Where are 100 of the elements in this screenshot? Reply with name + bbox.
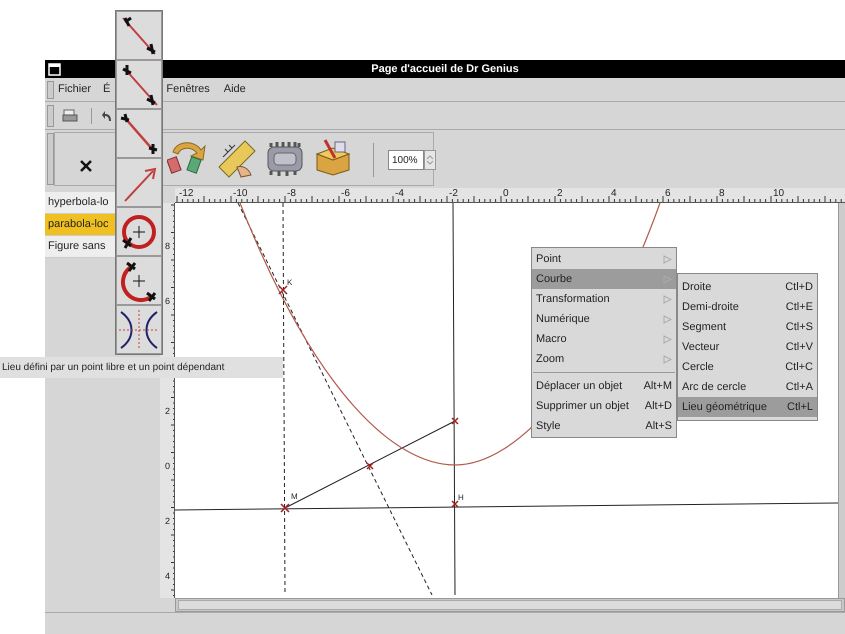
submenu-arrow-icon (663, 314, 672, 324)
shortcut-label: Alt+M (644, 378, 672, 394)
submenu-arrow-icon (663, 354, 672, 364)
tool-button[interactable] (116, 60, 162, 109)
menu-item-label: Segment (682, 320, 726, 335)
point-marker[interactable] (278, 285, 288, 295)
shortcut-label: Ctl+C (785, 360, 813, 375)
tool-button[interactable] (116, 256, 162, 305)
menu-item-label: Point (536, 252, 562, 267)
shortcut-label: Ctl+L (787, 400, 813, 415)
ruler-label: -12 (179, 188, 194, 199)
menu-item-label: Demi-droite (682, 300, 739, 315)
submenu-arrow-icon (663, 334, 672, 344)
menu-item-label: Lieu géométrique (682, 400, 768, 415)
tool-button[interactable] (116, 11, 162, 60)
point-marker[interactable] (280, 503, 290, 513)
point-marker[interactable] (451, 500, 459, 508)
menu-item-label: Vecteur (682, 340, 720, 355)
vertical-line[interactable] (452, 203, 456, 595)
menu-item[interactable]: Style Alt+S (532, 416, 676, 436)
menu-item[interactable]: Lieu géométrique Ctl+L (678, 397, 817, 417)
menubar-handle[interactable] (47, 80, 54, 98)
point-marker[interactable] (451, 417, 459, 425)
menu-item[interactable]: Segment Ctl+S (678, 317, 817, 337)
ruler-label: -10 (233, 188, 248, 199)
toolbar-handle[interactable] (47, 133, 54, 185)
point-label: K (287, 279, 292, 287)
shortcut-label: Ctl+E (786, 300, 813, 315)
menu-item-label: Transformation (536, 292, 610, 307)
menu-item-label: Arc de cercle (682, 380, 746, 395)
document-tab[interactable]: Figure sans (45, 236, 115, 258)
point-label: H (458, 494, 464, 502)
ruler-label: 10 (773, 188, 786, 199)
point-marker[interactable] (366, 462, 374, 470)
undo-arrow-icon[interactable] (102, 110, 112, 122)
menu-item[interactable]: Macro (532, 329, 676, 349)
menu-item-label: Numérique (536, 312, 590, 327)
tool-button[interactable] (116, 305, 162, 354)
ruler-label: 4 (611, 188, 618, 199)
horizontal-line[interactable] (175, 502, 838, 510)
ruler-label: 2 (165, 406, 170, 417)
printer-icon[interactable] (62, 108, 78, 122)
menu-item[interactable]: Fenêtres (166, 81, 210, 98)
ruler-label: -2 (449, 188, 459, 199)
menu-item[interactable]: Zoom (532, 349, 676, 369)
vertical-scrollbar[interactable] (838, 203, 845, 598)
ruler-label: 4 (165, 571, 170, 582)
window-menu-icon[interactable] (48, 62, 61, 76)
line-segment[interactable] (284, 420, 456, 508)
menu-item[interactable]: Aide (224, 81, 246, 98)
window-title: Page d'accueil de Dr Genius (370, 62, 520, 77)
ruler-label: 8 (165, 241, 170, 252)
document-tab[interactable]: hyperbola-lo (45, 192, 115, 214)
scrollbar-thumb[interactable] (178, 600, 842, 610)
shortcut-label: Ctl+A (786, 380, 813, 395)
ruler-label: 6 (665, 188, 672, 199)
dashed-line[interactable] (282, 203, 286, 595)
shortcut-label: Ctl+S (786, 320, 813, 335)
menu-item-label: Droite (682, 280, 712, 295)
submenu-arrow-icon (663, 254, 672, 264)
shortcut-label: Alt+S (645, 418, 672, 434)
submenu-arrow-icon (663, 294, 672, 304)
spinner-arrows-icon (427, 155, 433, 165)
tool-button[interactable] (116, 207, 162, 256)
document-tab[interactable]: parabola-loc (45, 214, 115, 236)
ruler-label: -8 (287, 188, 297, 199)
menu-item[interactable]: Fichier (58, 81, 92, 98)
horizontal-scrollbar[interactable] (175, 598, 845, 612)
menu-item[interactable]: Demi-droite Ctl+E (678, 297, 817, 317)
gears-icon[interactable] (265, 139, 305, 177)
menu-item[interactable]: Point (532, 249, 676, 269)
menu-item-label: Déplacer un objet (536, 378, 622, 394)
menu-item[interactable]: Courbe (532, 269, 676, 289)
menu-item-label: Style (536, 418, 560, 434)
menu-item[interactable]: É (103, 81, 110, 98)
ruler-label: 0 (503, 188, 510, 199)
menu-item[interactable]: Vecteur Ctl+V (678, 337, 817, 357)
menu-item[interactable]: Numérique (532, 309, 676, 329)
shortcut-label: Alt+D (644, 398, 672, 414)
menu-item-label: Zoom (536, 352, 564, 367)
point-icon[interactable] (80, 160, 92, 172)
shortcut-label: Ctl+D (785, 280, 813, 295)
zoom-field[interactable]: 100% (388, 150, 424, 170)
box-with-pencil-icon[interactable] (313, 138, 353, 176)
ruler-label: 2 (557, 188, 564, 199)
ruler-label: 2 (165, 516, 170, 527)
menu-item[interactable]: Droite Ctl+D (678, 277, 817, 297)
menu-item[interactable]: Cercle Ctl+C (678, 357, 817, 377)
menu-item[interactable]: Déplacer un objet Alt+M (532, 376, 676, 396)
tool-button[interactable] (116, 109, 162, 158)
menu-item-label: Courbe (536, 272, 572, 287)
menu-item[interactable]: Transformation (532, 289, 676, 309)
ruler-label: 6 (165, 296, 170, 307)
ruler-label: 0 (165, 461, 170, 472)
menu-item[interactable]: Arc de cercle Ctl+A (678, 377, 817, 397)
menu-item-label: Cercle (682, 360, 714, 375)
toolbar-handle[interactable] (47, 104, 54, 126)
ruler-label: -4 (395, 188, 405, 199)
shortcut-label: Ctl+V (786, 340, 813, 355)
menu-item[interactable]: Supprimer un objet Alt+D (532, 396, 676, 416)
